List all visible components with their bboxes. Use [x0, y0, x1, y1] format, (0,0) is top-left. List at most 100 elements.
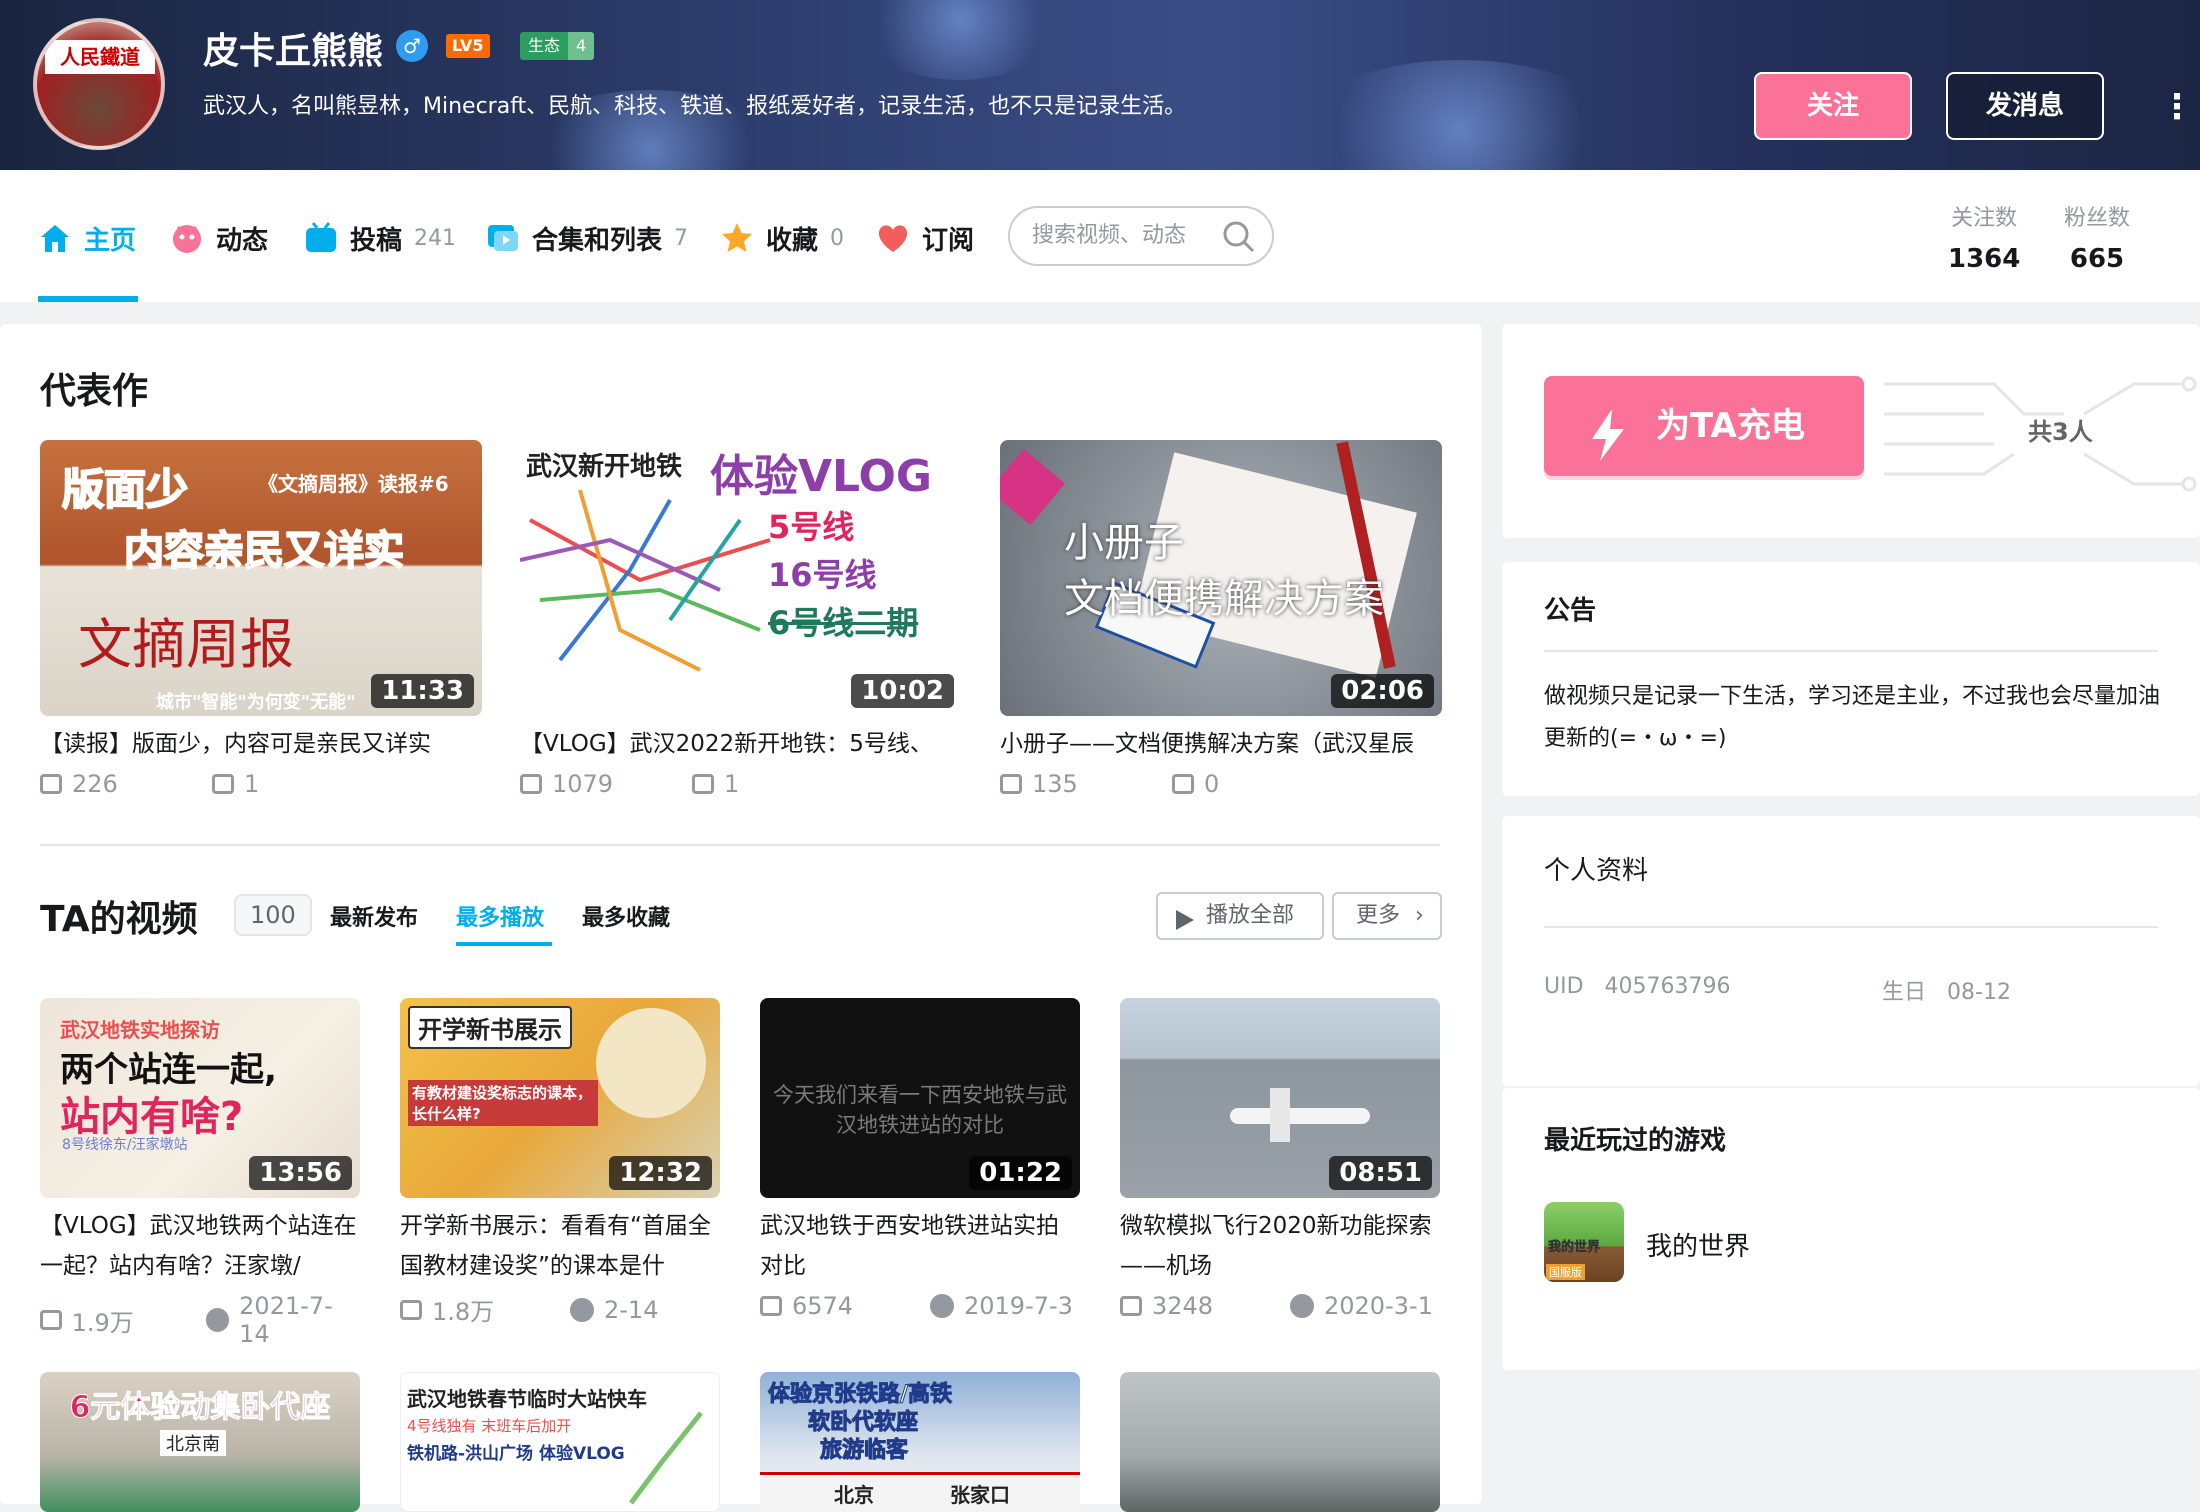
comment-count: 0 [1204, 770, 1220, 798]
notice-divider [1544, 650, 2158, 652]
video-duration: 13:56 [249, 1156, 352, 1190]
tab-dynamic[interactable]: 动态 [170, 218, 268, 258]
video-card[interactable]: 6元体验动集卧代座 北京南 [40, 1372, 360, 1512]
thumb-text: 有教材建设奖标志的课本，长什么样? [408, 1080, 598, 1126]
masterpiece-card[interactable]: 版面少 《文摘周报》读报#6 内容亲民又详实 文摘周报 城市"智能"为何变"无能… [40, 440, 482, 798]
profile-info-panel: 个人资料 UID 405763796 生日 08-12 [1502, 816, 2200, 1086]
thumb-text: 《文摘周报》读报#6 [258, 472, 449, 496]
video-duration: 12:32 [609, 1156, 712, 1190]
tab-count: 241 [414, 225, 457, 251]
thumb-text: 北京南 [160, 1430, 226, 1456]
video-title[interactable]: 【VLOG】武汉2022新开地铁：5号线、 [520, 724, 962, 764]
video-card[interactable]: 武汉地铁春节临时大站快车 4号线独有 末班车后加开 铁机路-洪山广场 体验VLO… [400, 1372, 720, 1512]
video-title[interactable]: 【VLOG】武汉地铁两个站连在一起？站内有啥？汪家墩/ [40, 1206, 360, 1286]
sort-tab-most-favorited[interactable]: 最多收藏 [582, 900, 670, 932]
video-title[interactable]: 小册子——文档便携解决方案（武汉星辰 [1000, 724, 1442, 764]
play-count-icon [520, 774, 542, 794]
fans-stat[interactable]: 粉丝数 665 [2064, 200, 2130, 274]
video-stats: 1.8万 2-14 [400, 1292, 720, 1327]
play-count-icon [40, 774, 62, 794]
play-count-icon [400, 1299, 422, 1320]
avatar[interactable]: 人民鐵道 [33, 18, 165, 150]
tab-subscriptions[interactable]: 订阅 [876, 218, 974, 258]
video-count-badge: 100 [234, 894, 312, 936]
play-all-button[interactable]: 播放全部 [1156, 892, 1324, 940]
video-card[interactable]: 08:51 微软模拟飞行2020新功能探索——机场 3248 2020-3-1 [1120, 998, 1440, 1320]
station-sign-graphic: 北京 张家口 [760, 1472, 1080, 1512]
video-title[interactable]: 开学新书展示：看看有“首届全国教材建设奖”的课本是什 [400, 1206, 720, 1286]
video-thumbnail[interactable]: 小册子 文档便携解决方案 02:06 [1000, 440, 1442, 716]
more-videos-button[interactable]: 更多 › [1332, 892, 1442, 940]
tab-label: 投稿 [350, 225, 403, 256]
sort-tab-latest[interactable]: 最新发布 [330, 900, 418, 932]
username[interactable]: 皮卡丘熊熊 [203, 22, 383, 74]
video-thumbnail[interactable]: 开学新书展示 有教材建设奖标志的课本，长什么样? 12:32 [400, 998, 720, 1198]
eco-badge[interactable]: 生态 4 [520, 32, 595, 60]
tab-home[interactable]: 主页 [38, 218, 136, 258]
search-input[interactable]: 搜索视频、动态 [1008, 206, 1274, 266]
game-icon-tag: 国服版 [1546, 1264, 1585, 1280]
masterpiece-card[interactable]: 小册子 文档便携解决方案 02:06 小册子——文档便携解决方案（武汉星辰 13… [1000, 440, 1442, 798]
following-stat[interactable]: 关注数 1364 [1948, 200, 2020, 274]
tab-favorites[interactable]: 收藏 0 [720, 218, 844, 258]
tab-uploads[interactable]: 投稿 241 [304, 218, 456, 258]
video-title[interactable]: 武汉地铁于西安地铁进站实拍对比 [760, 1206, 1080, 1286]
thumb-text: 小册子 [1064, 520, 1184, 566]
thumb-text: 城市"智能"为何变"无能" [156, 692, 356, 713]
notice-heading: 公告 [1544, 596, 1597, 626]
award-logo-graphic [596, 1008, 706, 1118]
follow-button[interactable]: 关注 [1754, 72, 1912, 140]
play-count-icon [40, 1310, 62, 1330]
uid-value[interactable]: 405763796 [1605, 974, 1731, 999]
video-card[interactable] [1120, 1372, 1440, 1512]
play-count: 1.8万 [432, 1298, 495, 1326]
comment-icon [212, 774, 234, 794]
charge-count[interactable]: 共3人 [2028, 412, 2093, 447]
banner-glow [1300, 60, 1620, 170]
game-icon-text: 我的世界 [1548, 1240, 1601, 1256]
video-duration: 10:02 [851, 674, 954, 708]
video-title[interactable]: 微软模拟飞行2020新功能探索——机场 [1120, 1206, 1440, 1286]
chevron-right-icon: › [1415, 903, 1424, 928]
play-all-label: 播放全部 [1206, 903, 1295, 928]
video-card[interactable]: 今天我们来看一下西安地铁与武汉地铁进站的对比 01:22 武汉地铁于西安地铁进站… [760, 998, 1080, 1320]
notice-panel: 公告 做视频只是记录一下生活，学习还是主业，不过我也会尽量加油更新的(=・ω・=… [1502, 562, 2200, 796]
search-icon[interactable] [1222, 220, 1256, 254]
tab-count: 0 [830, 225, 845, 251]
video-thumbnail[interactable]: 体验京张铁路/高铁 软卧代软座 旅游临客 北京 张家口 [760, 1372, 1080, 1512]
charge-button[interactable]: 为TA充电 [1544, 376, 1864, 476]
video-stats: 6574 2019-7-3 [760, 1292, 1080, 1320]
video-card[interactable]: 武汉地铁实地探访 两个站连一起, 站内有啥? 8号线徐东/汪家墩站 13:56 … [40, 998, 360, 1348]
video-stats: 3248 2020-3-1 [1120, 1292, 1440, 1320]
birthday-label: 生日 [1882, 980, 1927, 1005]
video-card[interactable]: 体验京张铁路/高铁 软卧代软座 旅游临客 北京 张家口 [760, 1372, 1080, 1512]
play-count-icon [1120, 1296, 1142, 1316]
play-count: 1079 [552, 770, 614, 798]
comment-count: 1 [244, 770, 260, 798]
video-thumbnail[interactable]: 6元体验动集卧代座 北京南 [40, 1372, 360, 1512]
game-name[interactable]: 我的世界 [1646, 1226, 1750, 1263]
video-thumbnail[interactable]: 武汉地铁实地探访 两个站连一起, 站内有啥? 8号线徐东/汪家墩站 13:56 [40, 998, 360, 1198]
video-thumbnail[interactable]: 08:51 [1120, 998, 1440, 1198]
profile-nav: 主页 动态 投稿 241 合集和列表 7 收藏 0 订阅 搜索视频、动态 关注数… [0, 170, 2200, 302]
message-button[interactable]: 发消息 [1946, 72, 2104, 140]
more-options-icon[interactable]: ⋮ [2160, 82, 2194, 132]
clock-icon [1290, 1294, 1314, 1318]
video-card[interactable]: 开学新书展示 有教材建设奖标志的课本，长什么样? 12:32 开学新书展示：看看… [400, 998, 720, 1327]
level-badge[interactable]: LV5 [446, 34, 490, 58]
video-thumbnail[interactable]: 版面少 《文摘周报》读报#6 内容亲民又详实 文摘周报 城市"智能"为何变"无能… [40, 440, 482, 716]
notice-text: 做视频只是记录一下生活，学习还是主业，不过我也会尽量加油更新的(=・ω・=) [1544, 684, 2161, 751]
sort-tab-most-played[interactable]: 最多播放 [456, 900, 544, 932]
video-thumbnail[interactable]: 武汉地铁春节临时大站快车 4号线独有 末班车后加开 铁机路-洪山广场 体验VLO… [400, 1372, 720, 1512]
following-label: 关注数 [1951, 206, 2018, 231]
game-icon[interactable]: 我的世界 国服版 [1544, 1202, 1624, 1282]
video-thumbnail[interactable]: 武汉新开地铁 体验VLOG 5号线 16号线 6号线二期 10:02 [520, 440, 962, 716]
following-count: 1364 [1948, 244, 2021, 274]
video-thumbnail[interactable]: 今天我们来看一下西安地铁与武汉地铁进站的对比 01:22 [760, 998, 1080, 1198]
tab-collections[interactable]: 合集和列表 7 [486, 218, 688, 258]
masterpiece-card[interactable]: 武汉新开地铁 体验VLOG 5号线 16号线 6号线二期 10:02 【VLOG… [520, 440, 962, 798]
dynamic-icon [170, 221, 204, 255]
video-thumbnail[interactable] [1120, 1372, 1440, 1512]
video-title[interactable]: 【读报】版面少，内容可是亲民又详实 [40, 724, 482, 764]
video-duration: 08:51 [1329, 1156, 1432, 1190]
